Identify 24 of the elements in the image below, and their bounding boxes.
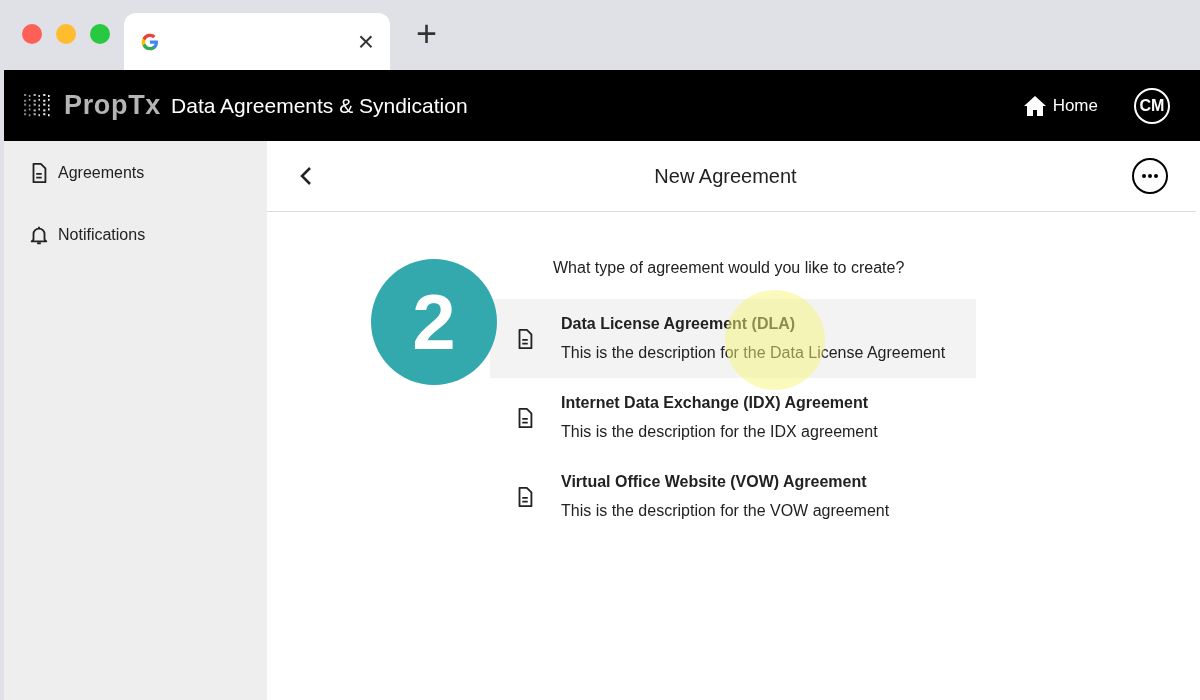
bell-icon (28, 224, 50, 246)
more-options-button[interactable] (1132, 158, 1168, 194)
google-logo-icon (140, 31, 160, 52)
option-title: Virtual Office Website (VOW) Agreement (561, 472, 868, 492)
home-link[interactable]: Home (1022, 92, 1098, 119)
sidebar-item[interactable]: Notifications (28, 223, 267, 247)
agreement-option[interactable]: Data License Agreement (DLA) This is the description for the Data License Agreement (490, 299, 976, 378)
home-icon (1022, 94, 1047, 117)
option-title: Internet Data Exchange (IDX) Agreement (561, 393, 870, 413)
app-title: Data Agreements & Syndication (171, 92, 468, 119)
option-description: This is the description for the VOW agreement (561, 501, 890, 521)
question-text: What type of agreement would you like to create? (553, 258, 906, 278)
tab-close-button[interactable]: × (357, 27, 374, 56)
option-description: This is the description for the IDX agreement (561, 422, 878, 442)
user-avatar[interactable]: CM (1134, 87, 1170, 124)
browser-tab[interactable]: × (124, 13, 390, 70)
new-tab-button[interactable]: + (416, 16, 438, 52)
more-icon (1142, 174, 1158, 178)
logo-icon (24, 93, 52, 118)
page-title: New Agreement (654, 164, 797, 189)
brand-name: PropTx (64, 89, 162, 123)
sidebar-item[interactable]: Agreements (28, 161, 267, 185)
option-title: Data License Agreement (DLA) (561, 314, 797, 334)
option-description: This is the description for the Data License Agreement (561, 343, 946, 363)
